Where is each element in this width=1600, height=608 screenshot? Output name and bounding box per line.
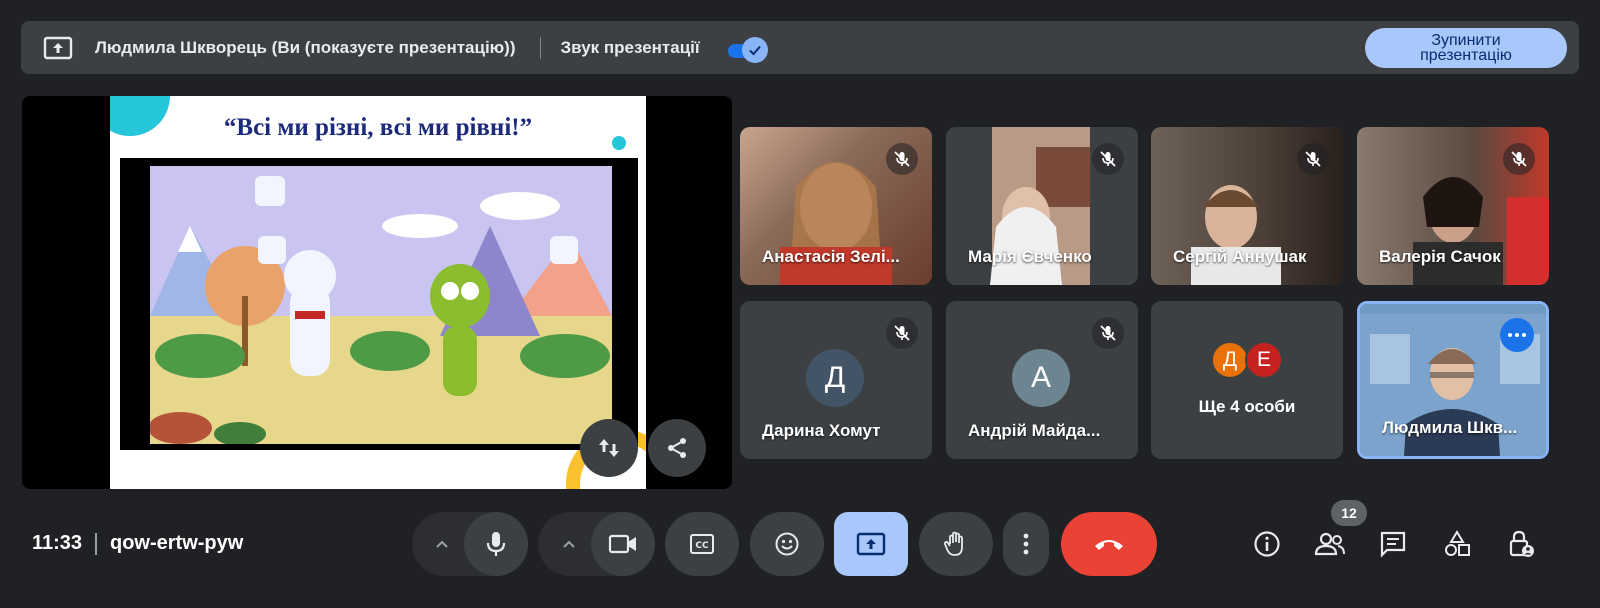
participant-name: Сергій Аннушак <box>1173 247 1307 266</box>
presenter-label: Людмила Шкворець (Ви (показуєте презента… <box>95 37 516 57</box>
activities-icon <box>1445 530 1470 556</box>
raise-hand-button[interactable] <box>919 512 993 576</box>
closed-captions-icon: CC <box>690 534 714 554</box>
info-icon <box>1254 531 1280 557</box>
camera-button[interactable] <box>591 512 655 576</box>
participant-name: Валерія Сачок <box>1379 247 1501 266</box>
svg-text:CC: CC <box>695 541 709 551</box>
chevron-up-icon <box>436 540 448 548</box>
participant-tile[interactable]: Валерія Сачок <box>1357 127 1549 285</box>
activities-button[interactable] <box>1437 524 1477 564</box>
people-icon <box>1314 532 1345 556</box>
stop-presenting-label: Зупинити презентацію <box>1420 32 1512 64</box>
avatar: А <box>1012 349 1070 407</box>
avatar: Е <box>1245 341 1283 379</box>
more-vert-icon <box>1023 533 1029 555</box>
host-controls-button[interactable] <box>1501 524 1541 564</box>
participant-name: Андрій Майда... <box>968 421 1101 440</box>
cartoon-illustration <box>150 166 612 444</box>
slide-title: “Всі ми різні, всі ми рівні!” <box>223 114 533 141</box>
present-now-button[interactable] <box>834 512 908 576</box>
participant-name: Анастасія Зелі... <box>762 247 900 266</box>
present-screen-icon <box>43 36 73 60</box>
present-screen-icon <box>856 532 886 556</box>
more-options-icon[interactable] <box>1500 318 1534 352</box>
end-call-icon <box>1095 540 1123 550</box>
emoji-icon <box>775 532 799 556</box>
stop-presenting-button[interactable]: Зупинити презентацію <box>1365 28 1567 68</box>
participant-tile[interactable]: Сергій Аннушак <box>1151 127 1343 285</box>
chat-icon <box>1380 531 1406 558</box>
leave-call-button[interactable] <box>1061 512 1157 576</box>
participant-tile[interactable]: Д Дарина Хомут <box>740 301 932 459</box>
participant-tile[interactable]: Марія Євченко <box>946 127 1138 285</box>
microphone-button[interactable] <box>464 512 528 576</box>
camera-icon <box>608 534 636 554</box>
chat-button[interactable] <box>1373 524 1413 564</box>
participants-count-badge: 12 <box>1331 500 1367 526</box>
participant-tile[interactable]: Анастасія Зелі... <box>740 127 932 285</box>
mic-off-icon <box>886 317 918 349</box>
more-participants-tile[interactable]: Д Е Ще 4 особи <box>1151 301 1343 459</box>
presentation-sound-toggle[interactable] <box>724 36 770 63</box>
banner-divider <box>539 36 541 59</box>
swap-layout-button[interactable] <box>580 419 638 477</box>
camera-options-button[interactable] <box>555 530 583 558</box>
check-icon <box>741 36 768 63</box>
more-options-button[interactable] <box>1003 512 1049 576</box>
meeting-code: qow-ertw-pyw <box>110 532 244 554</box>
reactions-button[interactable] <box>750 512 824 576</box>
meeting-details-button[interactable] <box>1247 524 1287 564</box>
participant-name: Марія Євченко <box>968 247 1092 266</box>
avatar: Д <box>806 349 864 407</box>
mic-off-icon <box>1503 143 1535 175</box>
presentation-sound-label: Звук презентації <box>560 37 700 57</box>
people-button[interactable] <box>1310 524 1350 564</box>
participant-name: Людмила Шкв... <box>1382 418 1518 437</box>
mic-off-icon <box>1297 143 1329 175</box>
presentation-stage: “Всі ми різні, всі ми рівні!” <box>22 96 732 489</box>
participant-tile[interactable]: А Андрій Майда... <box>946 301 1138 459</box>
hand-icon <box>944 531 963 556</box>
mic-off-icon <box>1092 143 1124 175</box>
meeting-clock: 11:33 <box>32 532 83 554</box>
presenting-banner: Людмила Шкворець (Ви (показуєте презента… <box>21 21 1579 74</box>
more-participants-label: Ще 4 особи <box>1198 397 1296 416</box>
avatar: Д <box>1211 341 1249 379</box>
participant-name: Дарина Хомут <box>762 421 881 440</box>
share-button[interactable] <box>648 419 706 477</box>
mic-off-icon <box>1092 317 1124 349</box>
swap-vertical-icon <box>599 439 619 457</box>
presentation-slide: “Всі ми різні, всі ми рівні!” <box>110 96 646 489</box>
mic-off-icon <box>886 143 918 175</box>
microphone-icon <box>486 532 506 556</box>
captions-button[interactable]: CC <box>665 512 739 576</box>
self-tile[interactable]: Людмила Шкв... <box>1357 301 1549 459</box>
lock-person-icon <box>1509 530 1534 557</box>
chevron-up-icon <box>563 540 575 548</box>
mic-options-button[interactable] <box>428 530 456 558</box>
bottom-divider <box>95 533 97 555</box>
share-icon <box>668 438 686 458</box>
